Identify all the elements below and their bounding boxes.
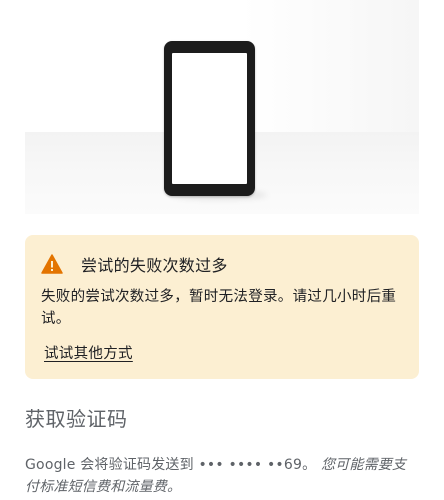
warning-card: 尝试的失败次数过多 失败的尝试次数过多，暂时无法登录。请过几小时后重试。 试试其…: [25, 235, 419, 379]
warning-title: 尝试的失败次数过多: [81, 256, 228, 275]
device-illustration: [25, 0, 419, 214]
get-code-description: Google 会将验证码发送到 ••• •••• ••69。 您可能需要支付标准…: [25, 454, 420, 498]
warning-triangle-icon: [41, 254, 63, 274]
phone-screen: [172, 53, 247, 184]
page: 尝试的失败次数过多 失败的尝试次数过多，暂时无法登录。请过几小时后重试。 试试其…: [0, 0, 444, 500]
warning-message: 失败的尝试次数过多，暂时无法登录。请过几小时后重试。: [41, 289, 397, 327]
try-another-way-link[interactable]: 试试其他方式: [44, 342, 133, 363]
description-text: Google 会将验证码发送到 ••• •••• ••69。: [25, 457, 317, 473]
get-code-heading: 获取验证码: [25, 407, 128, 431]
warning-header: 尝试的失败次数过多: [41, 252, 228, 276]
phone-image: [164, 41, 255, 196]
